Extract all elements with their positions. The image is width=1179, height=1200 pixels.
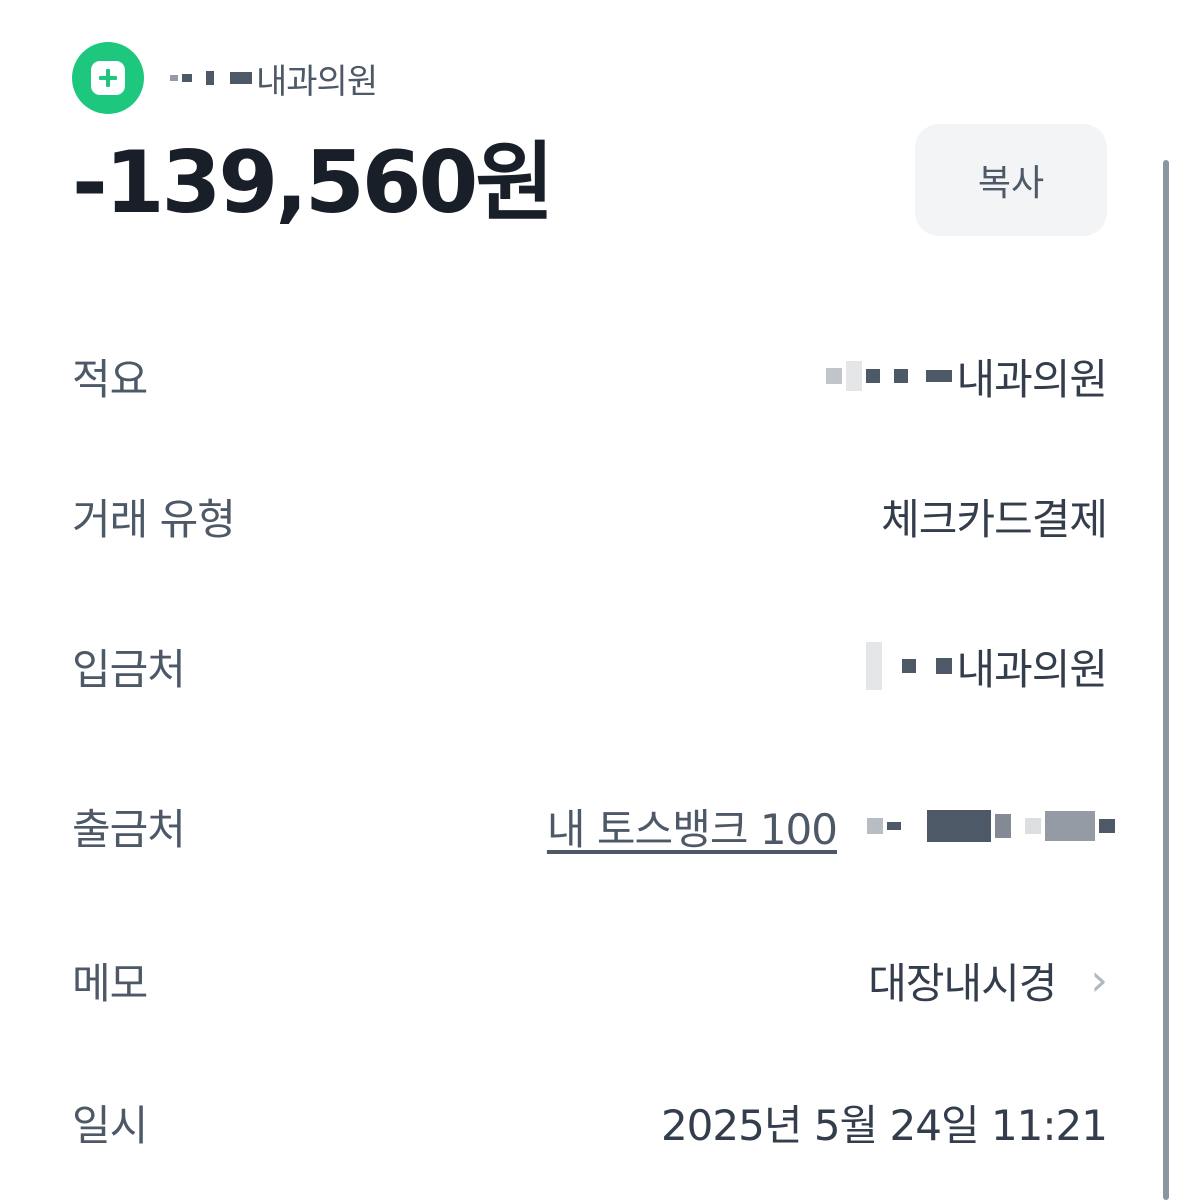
withdrawal-label: 출금처 bbox=[72, 804, 186, 854]
recipient-value: 내과의원 bbox=[866, 636, 1108, 697]
detail-row-memo-summary: 적요 내과의원 bbox=[72, 336, 1108, 416]
copy-button[interactable]: 복사 bbox=[915, 124, 1107, 236]
merchant-logo bbox=[72, 42, 144, 114]
transaction-type-label: 거래 유형 bbox=[72, 494, 236, 544]
memo-summary-value: 내과의원 bbox=[826, 346, 1108, 407]
detail-row-memo[interactable]: 메모 대장내시경 › bbox=[72, 940, 1108, 1020]
scrollbar[interactable] bbox=[1163, 160, 1169, 1200]
withdrawal-account-link[interactable]: 내 토스뱅크 100 bbox=[547, 796, 838, 857]
transaction-amount: -139,560원 bbox=[72, 133, 555, 233]
detail-row-datetime: 일시 2025년 5월 24일 11:21 bbox=[72, 1082, 1108, 1162]
withdrawal-value: 내 토스뱅크 100 bbox=[547, 796, 1119, 857]
datetime-value: 2025년 5월 24일 11:21 bbox=[660, 1100, 1108, 1150]
redacted-text bbox=[866, 642, 953, 690]
detail-row-recipient: 입금처 내과의원 bbox=[72, 626, 1108, 706]
redacted-text bbox=[170, 71, 252, 85]
memo-summary-label: 적요 bbox=[72, 354, 148, 404]
memo-value[interactable]: 대장내시경 › bbox=[868, 950, 1108, 1011]
memo-label: 메모 bbox=[72, 958, 148, 1008]
merchant-name: 내과의원 bbox=[170, 54, 378, 103]
plus-hospital-icon bbox=[91, 61, 125, 95]
transaction-type-value: 체크카드결제 bbox=[881, 494, 1108, 544]
chevron-right-icon: › bbox=[1090, 954, 1108, 1006]
detail-row-transaction-type: 거래 유형 체크카드결제 bbox=[72, 476, 1108, 556]
redacted-text bbox=[826, 361, 953, 391]
redacted-text bbox=[867, 810, 1115, 842]
merchant-name-text: 내과의원 bbox=[256, 61, 378, 102]
datetime-label: 일시 bbox=[72, 1100, 148, 1150]
merchant-header: 내과의원 bbox=[72, 42, 378, 114]
detail-row-withdrawal: 출금처 내 토스뱅크 100 bbox=[72, 786, 1119, 866]
recipient-label: 입금처 bbox=[72, 644, 186, 694]
